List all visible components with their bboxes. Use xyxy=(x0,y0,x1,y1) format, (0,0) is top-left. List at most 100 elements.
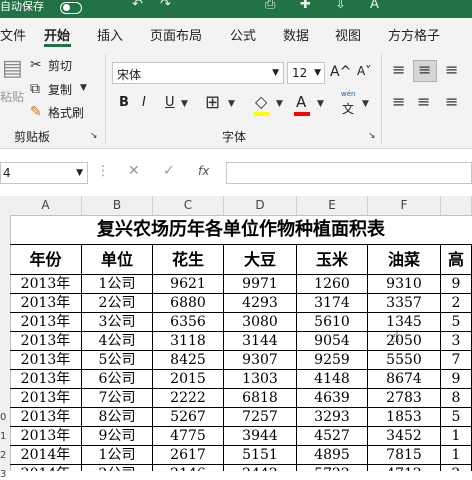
table-cell[interactable]: 9621 xyxy=(153,275,224,294)
table-cell[interactable]: 9054 xyxy=(297,332,368,351)
table-cell[interactable]: 2013年 xyxy=(10,332,82,351)
table-cell[interactable]: 5267 xyxy=(153,408,224,427)
table-cell[interactable]: 4293 xyxy=(224,294,297,313)
table-cell[interactable]: 2013年 xyxy=(10,313,82,332)
table-cell[interactable]: 3118 xyxy=(153,332,224,351)
paste-label[interactable]: 粘贴 xyxy=(0,88,24,105)
header-cell[interactable]: 大豆 xyxy=(224,245,297,275)
table-cell[interactable]: 3293 xyxy=(297,408,368,427)
underline-dropdown-icon[interactable]: ▼ xyxy=(181,100,188,109)
align-bottom-icon[interactable]: ≡ xyxy=(445,62,458,78)
font-color-icon[interactable]: A xyxy=(296,93,306,111)
header-cell[interactable]: 单位 xyxy=(82,245,153,275)
table-cell[interactable]: 1345 xyxy=(368,313,441,332)
tab-insert[interactable]: 插入 xyxy=(97,25,123,44)
table-cell[interactable]: 2013年 xyxy=(10,351,82,370)
column-header[interactable]: B xyxy=(82,196,153,215)
table-cell[interactable]: 2 xyxy=(441,465,472,471)
header-cell[interactable]: 玉米 xyxy=(297,245,368,275)
table-cell[interactable]: 9971 xyxy=(224,275,297,294)
name-box[interactable]: 4 ▼ xyxy=(0,162,88,184)
table-cell[interactable]: 4148 xyxy=(297,370,368,389)
table-cell[interactable]: 5722 xyxy=(297,465,368,471)
column-header[interactable] xyxy=(441,196,472,215)
font-color-quick-icon[interactable]: A xyxy=(370,0,379,12)
table-cell[interactable]: 3174 xyxy=(297,294,368,313)
table-cell[interactable]: 4639 xyxy=(297,389,368,408)
clipboard-launcher-icon[interactable]: ↘ xyxy=(90,132,98,141)
table-cell[interactable]: 2013年 xyxy=(10,275,82,294)
fill-color-icon[interactable]: ◇ xyxy=(255,94,267,110)
table-cell[interactable]: 2015 xyxy=(153,370,224,389)
table-cell[interactable]: 3357 xyxy=(368,294,441,313)
table-cell[interactable]: 2617 xyxy=(153,446,224,465)
table-cell[interactable]: 1公司 xyxy=(82,446,153,465)
tab-home[interactable]: 开始 xyxy=(44,25,70,44)
format-painter-button[interactable]: 格式刷 xyxy=(48,104,84,121)
table-cell[interactable]: 2公司 xyxy=(82,465,153,471)
table-cell[interactable]: 2公司 xyxy=(82,294,153,313)
italic-button[interactable]: I xyxy=(142,95,146,110)
insert-function-button[interactable]: fx xyxy=(198,164,209,178)
table-cell[interactable]: 7815 xyxy=(368,446,441,465)
table-cell[interactable]: 4527 xyxy=(297,427,368,446)
table-cell[interactable]: 9310 xyxy=(368,275,441,294)
table-cell[interactable]: 1公司 xyxy=(82,275,153,294)
table-cell[interactable]: 7公司 xyxy=(82,389,153,408)
align-middle-button[interactable]: ≡ xyxy=(413,60,437,82)
tab-view[interactable]: 视图 xyxy=(335,25,361,44)
row-header[interactable]: 1 xyxy=(0,431,10,442)
table-cell[interactable]: 8674 xyxy=(368,370,441,389)
table-cell[interactable]: 5550 xyxy=(368,351,441,370)
table-cell[interactable]: 2013年 xyxy=(10,370,82,389)
table-cell[interactable]: 5 xyxy=(441,313,472,332)
table-cell[interactable]: 4775 xyxy=(153,427,224,446)
grow-font-button[interactable]: A^ xyxy=(330,64,351,80)
column-header[interactable]: F xyxy=(368,196,441,215)
table-cell[interactable]: 9 xyxy=(441,275,472,294)
table-cell[interactable]: 1 xyxy=(441,446,472,465)
fill-color-dropdown-icon[interactable]: ▼ xyxy=(276,100,283,109)
table-cell[interactable]: 3944 xyxy=(224,427,297,446)
tab-file[interactable]: 文件 xyxy=(0,25,26,44)
font-color-dropdown-icon[interactable]: ▼ xyxy=(317,100,324,109)
header-cell[interactable]: 油菜 xyxy=(368,245,441,275)
autosave-toggle[interactable] xyxy=(60,2,82,14)
header-cell[interactable]: 花生 xyxy=(153,245,224,275)
table-cell[interactable]: 5151 xyxy=(224,446,297,465)
table-cell[interactable]: 2442 xyxy=(224,465,297,471)
table-cell[interactable]: 2222 xyxy=(153,389,224,408)
copy-dropdown-icon[interactable]: ▼ xyxy=(80,84,87,93)
table-cell[interactable]: 2013年 xyxy=(10,294,82,313)
header-cell[interactable]: 年份 xyxy=(10,245,82,275)
row-header[interactable]: 2 xyxy=(0,450,10,461)
table-cell[interactable]: 3公司 xyxy=(82,313,153,332)
paste-icon[interactable]: ▤ xyxy=(2,58,23,80)
sort-icon[interactable]: ⇩ xyxy=(335,0,346,12)
table-cell[interactable]: 8公司 xyxy=(82,408,153,427)
font-launcher-icon[interactable]: ↘ xyxy=(368,132,376,141)
table-cell[interactable]: 1853 xyxy=(368,408,441,427)
formula-input[interactable] xyxy=(226,162,472,184)
phonetic-guide-button[interactable]: 文 xyxy=(342,100,354,117)
borders-icon[interactable]: ⊞ xyxy=(205,94,220,112)
tab-data[interactable]: 数据 xyxy=(283,25,309,44)
table-cell[interactable]: 6880 xyxy=(153,294,224,313)
font-size-select[interactable]: 12 ▼ xyxy=(287,62,325,84)
table-cell[interactable]: 4895 xyxy=(297,446,368,465)
bold-button[interactable]: B xyxy=(119,95,129,110)
redo-icon[interactable]: ↷ xyxy=(160,0,171,12)
table-cell[interactable]: 7 xyxy=(441,351,472,370)
table-cell[interactable]: 2013年 xyxy=(10,427,82,446)
table-cell[interactable]: 2 xyxy=(441,294,472,313)
table-cell[interactable]: 1303 xyxy=(224,370,297,389)
table-cell[interactable]: 9 xyxy=(441,370,472,389)
table-cell[interactable]: 8425 xyxy=(153,351,224,370)
table-cell[interactable]: 6356 xyxy=(153,313,224,332)
table-cell[interactable]: 2050 xyxy=(368,332,441,351)
table-cell[interactable]: 3452 xyxy=(368,427,441,446)
table-cell[interactable]: 9259 xyxy=(297,351,368,370)
font-name-select[interactable]: 宋体 ▼ xyxy=(112,62,284,84)
table-cell[interactable]: 8 xyxy=(441,389,472,408)
tab-formulas[interactable]: 公式 xyxy=(230,25,256,44)
